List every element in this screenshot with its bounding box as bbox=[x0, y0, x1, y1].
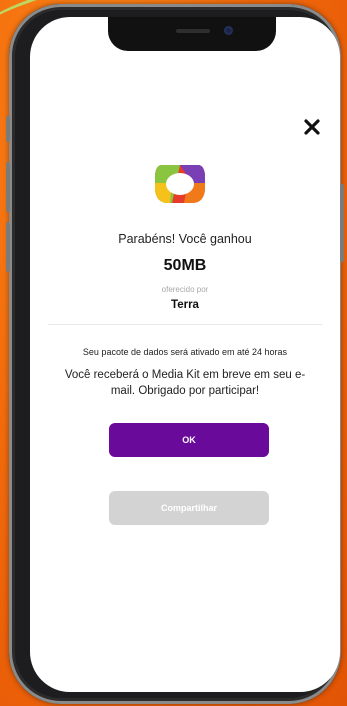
close-icon[interactable] bbox=[300, 115, 324, 139]
offered-by-label: oferecido por bbox=[161, 285, 209, 294]
side-button-volume-down bbox=[6, 222, 10, 272]
front-camera bbox=[224, 26, 233, 35]
activation-text: Seu pacote de dados será ativado em até … bbox=[82, 347, 288, 357]
side-button-power bbox=[340, 184, 344, 262]
speaker bbox=[176, 29, 210, 33]
message-text: Você receberá o Media Kit em breve em se… bbox=[64, 369, 306, 397]
share-button[interactable]: Compartilhar bbox=[109, 491, 269, 525]
divider bbox=[48, 324, 322, 325]
ok-button[interactable]: OK bbox=[109, 423, 269, 457]
side-button-silent bbox=[6, 116, 10, 142]
phone-screen: Parabéns! Você ganhou 50MB oferecido por… bbox=[30, 17, 340, 692]
brand-name: Terra bbox=[171, 299, 199, 311]
phone-frame: Parabéns! Você ganhou 50MB oferecido por… bbox=[6, 4, 344, 704]
prize-amount: 50MB bbox=[163, 257, 207, 274]
congrats-text: Parabéns! Você ganhou bbox=[118, 232, 252, 246]
side-button-volume-up bbox=[6, 162, 10, 212]
notch bbox=[108, 17, 276, 51]
tv-logo-icon bbox=[152, 157, 208, 207]
